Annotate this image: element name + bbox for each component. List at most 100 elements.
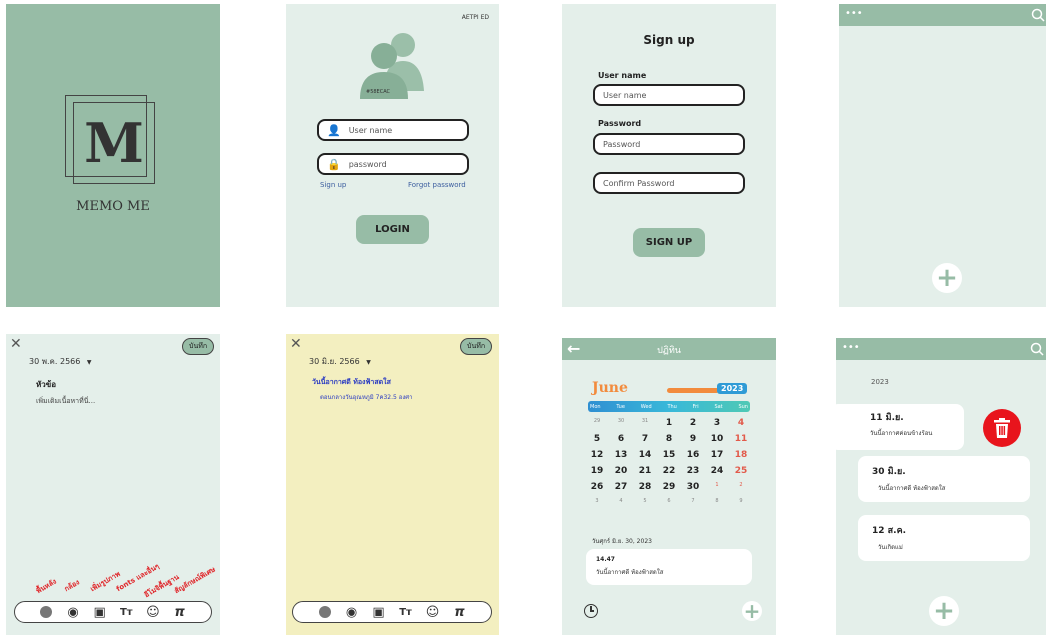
calendar-day[interactable]: 27 (610, 482, 632, 492)
date-selector[interactable]: 30 พ.ค. 2566 ▼ (29, 355, 92, 368)
camera-icon[interactable]: ◉ (343, 603, 361, 621)
emoji-icon[interactable]: ☺ (424, 603, 442, 621)
calendar-day[interactable]: 1 (658, 418, 680, 428)
username-field[interactable]: 👤 User name (317, 119, 469, 141)
search-icon[interactable] (1030, 342, 1044, 356)
calendar-day[interactable]: 4 (610, 498, 632, 504)
note-camera: กล้อง (63, 578, 81, 594)
delete-button[interactable] (983, 409, 1021, 447)
pi-icon[interactable]: π (171, 603, 189, 621)
calendar-day[interactable]: 5 (586, 434, 608, 444)
text-size-icon[interactable]: Tт (117, 603, 135, 621)
calendar-day[interactable]: 29 (586, 418, 608, 428)
calendar-day[interactable]: 9 (682, 434, 704, 444)
calendar-day[interactable]: 3 (706, 418, 728, 428)
signup-password-field[interactable]: Password (593, 133, 745, 155)
top-right-label: AETPI ED (461, 14, 489, 21)
calendar-day[interactable]: 7 (634, 434, 656, 444)
calendar-day[interactable]: 29 (658, 482, 680, 492)
calendar-day[interactable]: 23 (682, 466, 704, 476)
pi-icon[interactable]: π (451, 603, 469, 621)
calendar-title: ปฏิทิน (657, 346, 681, 356)
date-selector-yellow[interactable]: 30 มิ.ย. 2566 ▼ (309, 355, 371, 368)
calendar-day[interactable]: 9 (730, 498, 752, 504)
clock-icon[interactable] (584, 604, 598, 618)
calendar-day[interactable]: 5 (634, 498, 656, 504)
save-button-yellow[interactable]: บันทึก (460, 338, 493, 355)
image-icon[interactable]: ▣ (91, 603, 109, 621)
calendar-day[interactable]: 2 (682, 418, 704, 428)
calendar-day[interactable]: 24 (706, 466, 728, 476)
calendar-day[interactable]: 12 (586, 450, 608, 460)
calendar-day[interactable]: 2 (730, 482, 752, 492)
add-event-icon[interactable]: + (742, 601, 762, 621)
color-circle-icon[interactable] (316, 603, 334, 621)
memo-item[interactable]: 12 ส.ค. วันเกิดแม่ (858, 515, 1030, 561)
color-circle-icon[interactable] (37, 603, 55, 621)
signup-username-field[interactable]: User name (593, 84, 745, 106)
calendar-day[interactable]: 19 (586, 466, 608, 476)
calendar-day[interactable]: 16 (682, 450, 704, 460)
signup-button[interactable]: SIGN UP (633, 228, 705, 257)
add-memo-button[interactable]: + (932, 263, 962, 293)
calendar-day[interactable]: 1 (706, 482, 728, 492)
menu-dots-icon[interactable]: ••• (842, 342, 860, 353)
menu-dots-icon[interactable]: ••• (845, 8, 863, 19)
calendar-day[interactable]: 14 (634, 450, 656, 460)
memo-date: 30 มิ.ย. (872, 467, 906, 477)
calendar-day[interactable]: 4 (730, 418, 752, 428)
text-size-icon[interactable]: Tт (397, 603, 415, 621)
forgot-password-link[interactable]: Forgot password (408, 181, 466, 189)
calendar-day[interactable]: 13 (610, 450, 632, 460)
calendar-day[interactable]: 20 (610, 466, 632, 476)
save-button[interactable]: บันทึก (182, 338, 215, 355)
search-icon[interactable] (1031, 8, 1045, 22)
camera-icon[interactable]: ◉ (64, 603, 82, 621)
calendar-day[interactable]: 30 (682, 482, 704, 492)
calendar-day[interactable]: 25 (730, 466, 752, 476)
weekday-sun: Sun (738, 403, 748, 410)
calendar-day[interactable]: 8 (658, 434, 680, 444)
heading-yellow[interactable]: วันนี้อากาศดี ท้องฟ้าสดใส (312, 377, 391, 388)
calendar-day[interactable]: 28 (634, 482, 656, 492)
body-field[interactable]: เพิ่มเติมเนื้อหาที่นี่... (36, 396, 95, 407)
calendar-day[interactable]: 8 (706, 498, 728, 504)
image-icon[interactable]: ▣ (370, 603, 388, 621)
memo-item[interactable]: 30 มิ.ย. วันนี้อากาศดี ท้องฟ้าสดใส (858, 456, 1030, 502)
weekday-tue: Tue (616, 403, 625, 410)
calendar-day[interactable]: 30 (610, 418, 632, 428)
year-label: 2023 (717, 383, 748, 394)
calendar-day[interactable]: 11 (730, 434, 752, 444)
date-text-yellow: 30 มิ.ย. 2566 (309, 357, 360, 366)
calendar-day[interactable]: 17 (706, 450, 728, 460)
memo-text: วันนี้อากาศค่อนข้างร้อน (870, 430, 933, 437)
calendar-week-row: 3456789 (586, 498, 752, 504)
close-icon[interactable]: ✕ (10, 336, 22, 352)
event-card[interactable]: 14.47 วันนี้อากาศดี ท้องฟ้าสดใส (586, 549, 752, 585)
calendar-day[interactable]: 18 (730, 450, 752, 460)
password-placeholder: password (348, 159, 387, 169)
chevron-down-icon: ▼ (86, 359, 92, 366)
calendar-day[interactable]: 7 (682, 498, 704, 504)
close-icon-yellow[interactable]: ✕ (290, 336, 302, 352)
calendar-day[interactable]: 6 (610, 434, 632, 444)
password-field[interactable]: 🔒 password (317, 153, 469, 175)
emoji-icon[interactable]: ☺ (144, 603, 162, 621)
list-top-bar (836, 338, 1046, 360)
calendar-day[interactable]: 15 (658, 450, 680, 460)
memo-item[interactable]: 11 มิ.ย. วันนี้อากาศค่อนข้างร้อน (836, 404, 964, 450)
weekday-thu: Thu (667, 403, 677, 410)
add-memo-button[interactable]: + (929, 596, 959, 626)
calendar-day[interactable]: 31 (634, 418, 656, 428)
login-button[interactable]: LOGIN (356, 215, 429, 244)
calendar-day[interactable]: 6 (658, 498, 680, 504)
confirm-password-field[interactable]: Confirm Password (593, 172, 745, 194)
calendar-day[interactable]: 10 (706, 434, 728, 444)
heading-field[interactable]: หัวข้อ (36, 378, 56, 391)
body-yellow[interactable]: ตอนกลางวันอุณหภูมิ 7ค32.5 องศา (320, 392, 412, 402)
calendar-day[interactable]: 21 (634, 466, 656, 476)
sign-up-link[interactable]: Sign up (320, 181, 346, 189)
calendar-day[interactable]: 22 (658, 466, 680, 476)
calendar-day[interactable]: 26 (586, 482, 608, 492)
calendar-day[interactable]: 3 (586, 498, 608, 504)
